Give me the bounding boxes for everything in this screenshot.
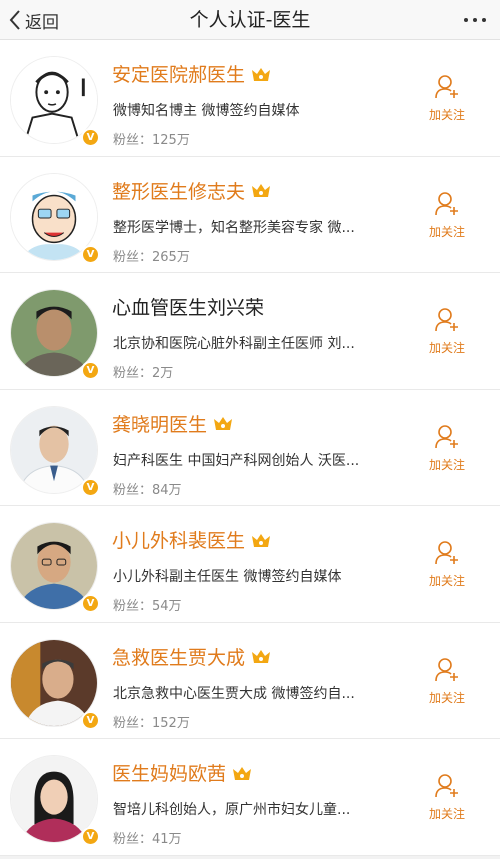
page-title: 个人认证-医生 (189, 9, 311, 31)
nav-bar: 返回 个人认证-医生 (0, 0, 500, 40)
more-dots-icon (464, 18, 468, 22)
fans-count: 粉丝：84万 (113, 482, 182, 498)
add-user-icon (435, 75, 458, 99)
verified-v-icon: V (81, 710, 100, 730)
doctor-description: 北京急救中心医生贾大成 微博签约自... (113, 685, 355, 702)
add-user-icon (435, 191, 458, 215)
crown-icon (252, 650, 271, 663)
doctor-name[interactable]: 急救医生贾大成 (112, 643, 245, 670)
doctor-description: 整形医学博士，知名整形美容专家 微... (113, 219, 355, 236)
verified-v-icon: V (81, 128, 100, 147)
doctor-name[interactable]: 安定医院郝医生 (112, 60, 245, 87)
list-item[interactable]: V 小儿外科裴医生 小儿外科副主任医生 微博签约自媒体 粉丝：54万 加关注 (0, 506, 500, 623)
doctor-description: 智培儿科创始人，原广州市妇女儿童... (113, 802, 351, 818)
chevron-left-icon (9, 10, 20, 30)
fans-count: 粉丝：54万 (113, 599, 182, 614)
add-user-icon (435, 308, 458, 332)
list-item[interactable]: V 安定医院郝医生 微博知名博主 微博签约自媒体 粉丝：125万 加关注 (0, 40, 500, 157)
add-user-icon (435, 657, 458, 681)
list-item[interactable]: V 整形医生修志夫 整形医学博士，知名整形美容专家 微... 粉丝：265万 加… (0, 156, 500, 273)
doctor-description: 妇产科医生 中国妇产科网创始人 沃医... (113, 452, 360, 469)
fans-count: 粉丝：41万 (113, 832, 182, 847)
doctor-name[interactable]: 龚晓明医生 (112, 410, 207, 437)
doctor-list: V 安定医院郝医生 微博知名博主 微博签约自媒体 粉丝：125万 加关注 V 整… (0, 40, 500, 856)
crown-icon (233, 766, 252, 780)
crown-icon (214, 417, 233, 430)
doctor-name[interactable]: 心血管医生刘兴荣 (112, 293, 264, 320)
doctor-name[interactable]: 医生妈妈欧茜 (112, 759, 226, 786)
doctor-name[interactable]: 小儿外科裴医生 (112, 526, 245, 553)
follow-button[interactable]: 加关注 (420, 74, 474, 123)
follow-button[interactable]: 加关注 (420, 540, 474, 589)
add-user-icon (435, 424, 458, 448)
crown-icon (252, 533, 271, 547)
verified-v-icon: V (81, 594, 100, 613)
back-button[interactable]: 返回 (8, 0, 59, 40)
crown-icon (252, 184, 271, 197)
back-label: 返回 (25, 12, 59, 33)
list-item[interactable]: V 心血管医生刘兴荣 北京协和医院心脏外科副主任医师 刘... 粉丝：2万 加关… (0, 273, 500, 390)
add-user-icon (435, 774, 458, 798)
follow-button[interactable]: 加关注 (420, 657, 474, 706)
more-button[interactable] (464, 0, 486, 40)
follow-button[interactable]: 加关注 (420, 307, 474, 356)
follow-button[interactable]: 加关注 (420, 773, 474, 822)
fans-count: 粉丝：125万 (113, 133, 190, 148)
follow-button[interactable]: 加关注 (420, 424, 474, 473)
list-item[interactable]: V 急救医生贾大成 北京急救中心医生贾大成 微博签约自... 粉丝：152万 加… (0, 622, 500, 739)
verified-v-icon: V (81, 361, 100, 380)
verified-v-icon: V (81, 477, 100, 497)
crown-icon (252, 67, 271, 81)
verified-v-icon: V (81, 827, 100, 846)
doctor-description: 北京协和医院心脏外科副主任医师 刘... (113, 336, 355, 352)
list-item[interactable]: V 医生妈妈欧茜 智培儿科创始人，原广州市妇女儿童... 粉丝：41万 加关注 (0, 739, 500, 856)
fans-count: 粉丝：152万 (113, 715, 190, 731)
list-item[interactable]: V 龚晓明医生 妇产科医生 中国妇产科网创始人 沃医... 粉丝：84万 加关注 (0, 389, 500, 506)
follow-button[interactable]: 加关注 (420, 191, 474, 240)
doctor-name[interactable]: 整形医生修志夫 (112, 177, 245, 204)
fans-count: 粉丝：2万 (113, 366, 174, 381)
verified-v-icon: V (81, 244, 100, 264)
doctor-description: 微博知名博主 微博签约自媒体 (113, 103, 300, 119)
add-user-icon (435, 541, 458, 565)
doctor-description: 小儿外科副主任医生 微博签约自媒体 (113, 569, 342, 585)
fans-count: 粉丝：265万 (113, 249, 190, 265)
